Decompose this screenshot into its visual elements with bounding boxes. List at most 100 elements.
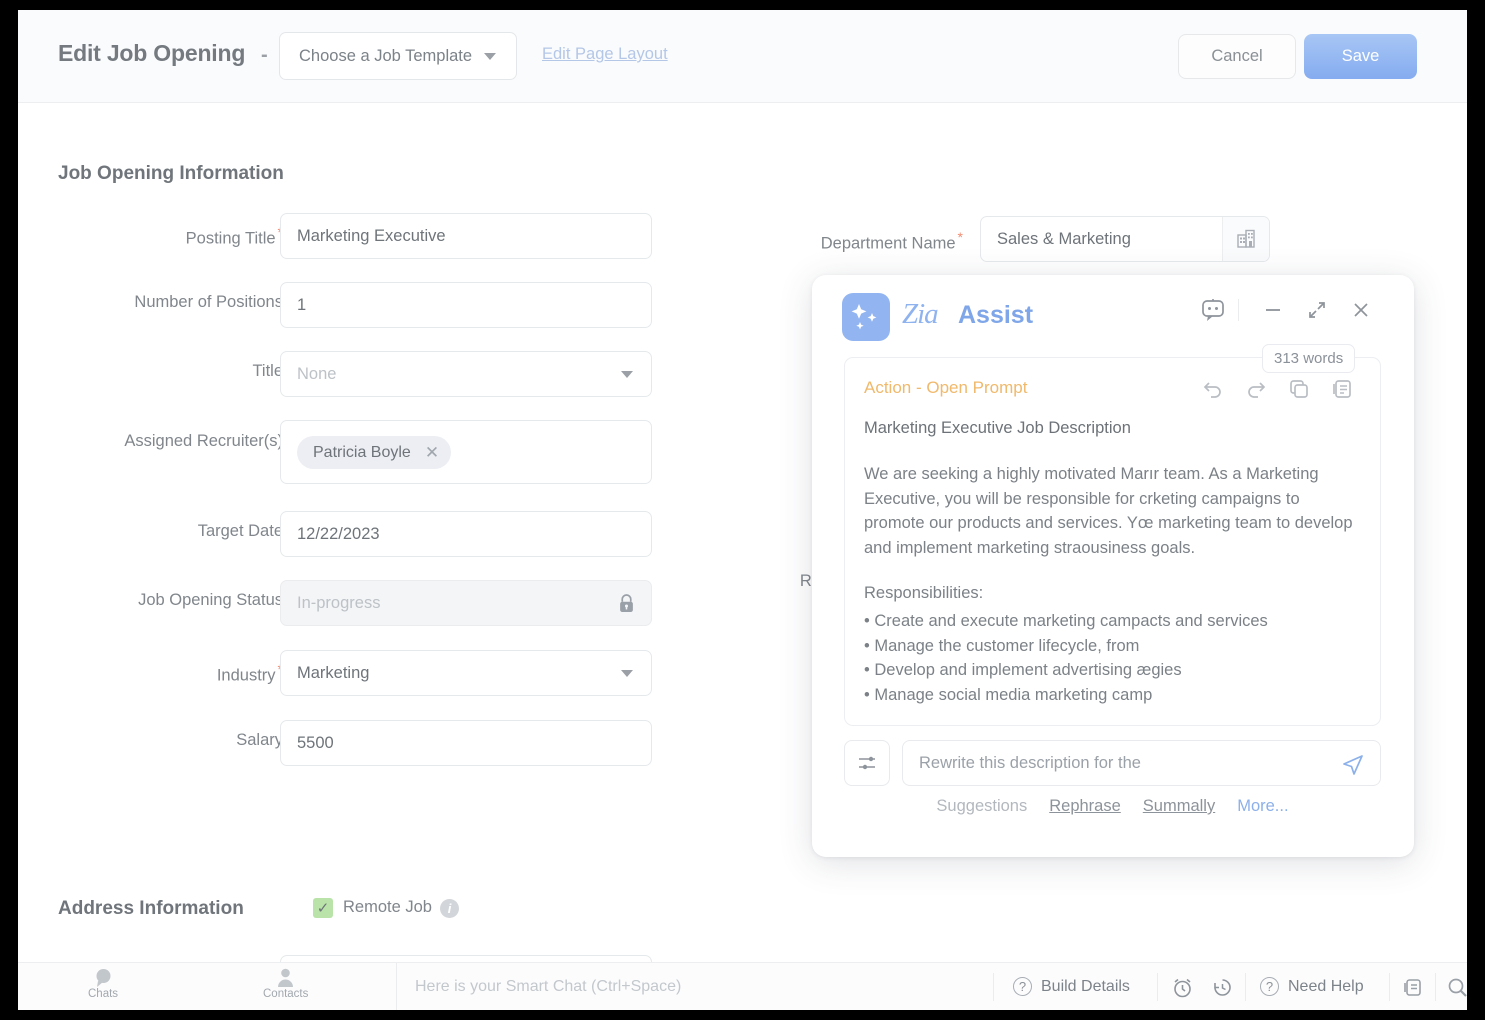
bottom-item-contacts[interactable]: Contacts: [263, 967, 308, 1000]
required-asterisk: *: [957, 229, 963, 245]
zia-wordmark: Zia: [902, 298, 939, 330]
value-salary: 5500: [297, 734, 334, 752]
value-job-opening-status: In-progress: [297, 594, 381, 612]
department-lookup-button[interactable]: [1222, 217, 1269, 261]
rephrase-link[interactable]: Rephrase: [1049, 797, 1121, 816]
label-salary: Salary: [236, 731, 283, 749]
label-posting-title: Posting Title*: [38, 224, 283, 249]
title-separator: -: [261, 44, 268, 66]
input-assigned-recruiters[interactable]: Patricia Boyle ✕: [280, 420, 652, 484]
action-label: Action - Open Prompt: [864, 378, 1028, 397]
value-number-of-positions: 1: [297, 296, 307, 314]
list-item: • Manage the customer lifecycle, from: [864, 636, 1140, 655]
app-window: Edit Job Opening - Choose a Job Template…: [18, 10, 1467, 1010]
bottom-item-chats[interactable]: Chats: [88, 967, 118, 1000]
prompt-input[interactable]: Rewrite this description for the: [902, 740, 1381, 786]
assist-title: Assist: [958, 301, 1034, 329]
redo-icon[interactable]: [1245, 378, 1267, 405]
more-link[interactable]: More...: [1237, 797, 1288, 816]
zia-assist-panel: Zia Assist 313 words Action - Open Promp…: [812, 275, 1414, 857]
undo-icon[interactable]: [1202, 378, 1224, 405]
list-item: • Create and execute marketing campacts …: [864, 612, 1268, 630]
header-divider: [1238, 299, 1239, 321]
smart-chat-input[interactable]: Here is your Smart Chat (Ctrl+Space): [396, 963, 1016, 1010]
bottom-divider: [1245, 973, 1246, 1001]
alarm-clock-icon[interactable]: [1171, 976, 1194, 999]
bottom-bar: Chats Contacts Here is your Smart Chat (…: [18, 962, 1467, 1010]
need-help-label: Need Help: [1288, 977, 1364, 995]
assist-footer-links: Suggestions Rephrase Summally More...: [844, 797, 1381, 816]
list-item: • Develop and implement advertising ægie…: [864, 661, 1182, 679]
save-button[interactable]: Save: [1304, 34, 1417, 79]
input-target-date[interactable]: 12/22/2023: [280, 511, 652, 557]
cancel-button[interactable]: Cancel: [1178, 34, 1296, 79]
label-job-opening-status: Job Opening Status: [138, 591, 283, 609]
remote-job-label: Remote Job: [343, 898, 432, 916]
job-template-value: Choose a Job Template: [299, 47, 473, 65]
search-icon[interactable]: [1446, 976, 1467, 999]
label-industry: Industry*: [38, 661, 283, 686]
input-job-opening-status: In-progress: [280, 580, 652, 626]
question-icon: ?: [1013, 977, 1032, 996]
zia-sparkle-badge: [842, 293, 890, 341]
building-icon: [1237, 229, 1255, 248]
chat-bubble-icon[interactable]: [1200, 297, 1226, 328]
assist-result-card: Action - Open Prompt Marketing Executive…: [844, 357, 1381, 726]
value-industry: Marketing: [297, 664, 370, 682]
expand-icon[interactable]: [1306, 299, 1328, 326]
chevron-down-icon: [484, 53, 496, 60]
insert-icon[interactable]: [1331, 378, 1353, 405]
bottom-divider: [993, 973, 994, 1001]
bottom-divider: [1157, 973, 1158, 1001]
input-salary[interactable]: 5500: [280, 720, 652, 766]
page-header: Edit Job Opening - Choose a Job Template…: [18, 10, 1467, 103]
chat-icon: [96, 969, 111, 987]
build-details-label: Build Details: [1041, 977, 1130, 995]
assist-prompt-row: Rewrite this description for the: [844, 740, 1381, 786]
input-posting-title[interactable]: Marketing Executive: [280, 213, 652, 259]
summarize-link[interactable]: Summally: [1143, 797, 1215, 816]
assist-bullet-list: • Create and execute marketing campacts …: [864, 609, 1268, 707]
minimize-icon[interactable]: [1262, 299, 1284, 326]
lock-icon: [620, 594, 633, 612]
label-title: Title: [252, 362, 283, 380]
notes-icon[interactable]: [1402, 976, 1425, 999]
select-title[interactable]: None: [280, 351, 652, 397]
prompt-placeholder: Rewrite this description for the: [919, 754, 1141, 772]
select-industry[interactable]: Marketing: [280, 650, 652, 696]
suggestions-label: Suggestions: [936, 797, 1028, 815]
page-title: Edit Job Opening: [58, 40, 246, 66]
assist-doc-title: Marketing Executive Job Description: [864, 419, 1131, 437]
info-icon[interactable]: i: [440, 899, 459, 918]
input-department-name[interactable]: Sales & Marketing: [980, 216, 1270, 262]
build-details-button[interactable]: ? Build Details: [1013, 977, 1130, 996]
sparkle-icon: [851, 304, 877, 330]
send-icon[interactable]: [1341, 753, 1365, 782]
close-icon[interactable]: [1350, 299, 1372, 326]
label-number-of-positions: Number of Positions: [134, 293, 283, 311]
label-department-name: Department Name *: [820, 229, 963, 253]
chats-label: Chats: [88, 988, 119, 1000]
question-icon: ?: [1260, 977, 1279, 996]
value-department-name: Sales & Marketing: [997, 230, 1131, 248]
input-number-of-positions[interactable]: 1: [280, 282, 652, 328]
remote-job-checkbox[interactable]: ✓: [313, 898, 333, 918]
assist-header: Zia Assist: [812, 275, 1414, 353]
copy-icon[interactable]: [1288, 378, 1310, 405]
contacts-label: Contacts: [263, 988, 309, 1000]
assist-paragraph: We are seeking a highly motivated Marır …: [864, 465, 1353, 557]
value-target-date: 12/22/2023: [297, 525, 380, 543]
bottom-divider: [1389, 973, 1390, 1001]
chevron-down-icon: [621, 371, 633, 378]
recruiter-chip[interactable]: Patricia Boyle ✕: [297, 436, 452, 469]
edit-page-layout-link[interactable]: Edit Page Layout: [542, 45, 668, 64]
history-icon[interactable]: [1211, 976, 1234, 999]
prompt-settings-button[interactable]: [844, 740, 890, 786]
chevron-down-icon: [621, 670, 633, 677]
need-help-button[interactable]: ? Need Help: [1260, 977, 1364, 996]
label-assigned-recruiters: Assigned Recruiter(s): [124, 432, 283, 450]
close-icon[interactable]: ✕: [425, 443, 439, 463]
value-title: None: [297, 365, 337, 383]
job-template-select[interactable]: Choose a Job Template: [279, 32, 517, 80]
value-posting-title: Marketing Executive: [297, 227, 446, 245]
